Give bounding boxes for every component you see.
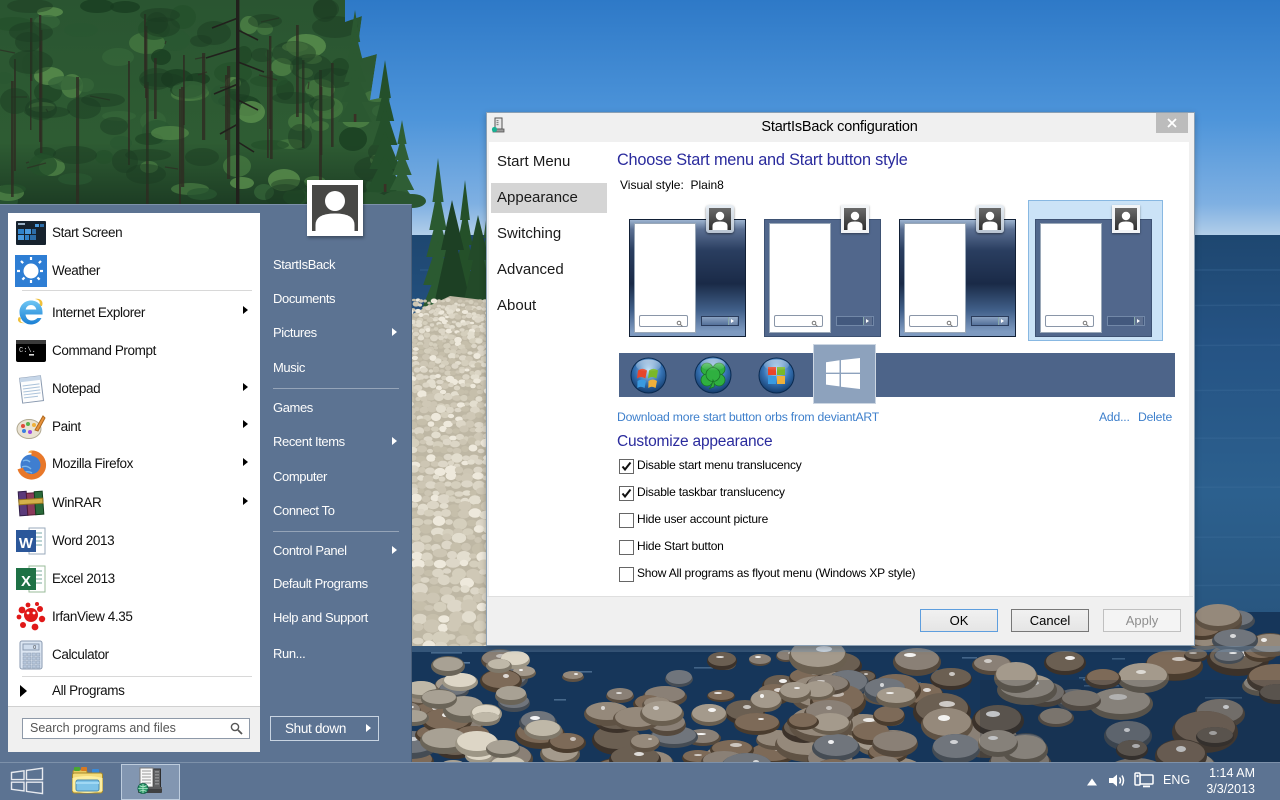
svg-text:W: W bbox=[19, 535, 34, 552]
svg-text:X: X bbox=[21, 573, 31, 590]
svg-text:0: 0 bbox=[33, 645, 36, 651]
svg-text:C:\.: C:\. bbox=[19, 347, 36, 355]
